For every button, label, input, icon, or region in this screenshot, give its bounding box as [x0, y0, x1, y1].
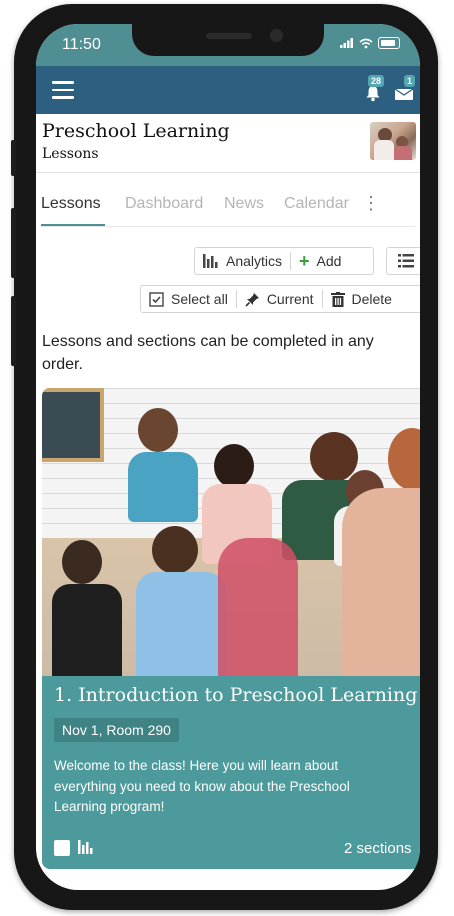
analytics-add-button-group: Analytics + Add	[194, 247, 374, 275]
page-header: Preschool Learning Lessons	[36, 114, 420, 173]
lesson-title[interactable]: 1. Introduction to Preschool Learning	[54, 684, 417, 706]
app-bar: 28 1	[36, 66, 420, 114]
delete-label: Delete	[351, 291, 392, 307]
plus-icon: +	[299, 251, 310, 271]
lesson-analytics-icon[interactable]	[78, 840, 94, 854]
hamburger-menu-icon[interactable]	[52, 81, 74, 99]
phone-volume-up	[11, 208, 16, 278]
lesson-date-room: Nov 1, Room 290	[54, 718, 179, 742]
phone-notch	[132, 24, 324, 56]
tab-calendar[interactable]: Calendar	[284, 195, 349, 213]
select-all-button[interactable]: Select all	[141, 286, 236, 312]
analytics-button[interactable]: Analytics	[195, 248, 290, 274]
lesson-card[interactable]: 1. Introduction to Preschool Learning No…	[42, 388, 420, 869]
add-button[interactable]: + Add	[291, 248, 349, 274]
intro-text: Lessons and sections can be completed in…	[42, 333, 374, 373]
list-icon	[398, 254, 414, 268]
checkbox-icon	[149, 291, 164, 307]
tab-bar: Lessons Dashboard News Calendar ⋮	[36, 188, 420, 228]
tabs-divider	[41, 226, 415, 227]
lesson-cover-photo	[42, 388, 420, 676]
course-thumbnail	[370, 122, 416, 160]
select-all-label: Select all	[171, 291, 228, 307]
phone-volume-down	[11, 296, 16, 366]
battery-icon	[378, 37, 400, 49]
envelope-icon	[394, 88, 414, 100]
analytics-label: Analytics	[226, 253, 283, 269]
messages-badge: 1	[404, 75, 416, 87]
tab-news[interactable]: News	[224, 195, 264, 213]
add-label: Add	[316, 253, 342, 269]
lesson-description: Welcome to the class! Here you will lear…	[54, 758, 350, 814]
more-vertical-icon[interactable]: ⋮	[362, 193, 380, 214]
photo-chalkboard	[42, 388, 104, 462]
signal-icon	[340, 38, 353, 48]
tab-lessons[interactable]: Lessons	[41, 195, 101, 213]
tab-dashboard[interactable]: Dashboard	[125, 195, 203, 213]
page-title: Preschool Learning	[42, 120, 230, 142]
speaker	[206, 33, 252, 39]
notifications-badge: 28	[368, 75, 385, 87]
page-subtitle: Lessons	[42, 146, 99, 162]
lesson-checkbox[interactable]	[54, 840, 70, 856]
phone-screen: 11:50 28 1 Preschool Learning Lessons Le…	[36, 24, 420, 890]
status-icons	[340, 37, 400, 49]
trash-icon	[330, 291, 345, 307]
current-label: Current	[266, 291, 314, 307]
bar-chart-icon	[203, 254, 218, 268]
notifications-button[interactable]: 28	[364, 75, 385, 107]
front-camera	[270, 29, 283, 42]
pin-icon	[245, 292, 259, 307]
list-view-button[interactable]	[386, 247, 420, 275]
phone-side-button	[11, 140, 16, 176]
wifi-icon	[359, 38, 373, 48]
selection-button-group: Select all Current Delete	[140, 285, 420, 313]
delete-button[interactable]: Delete	[323, 286, 400, 312]
lesson-sections-count: 2 sections	[344, 840, 412, 857]
status-time: 11:50	[62, 36, 101, 53]
current-button[interactable]: Current	[237, 286, 322, 312]
messages-button[interactable]: 1	[394, 75, 416, 106]
